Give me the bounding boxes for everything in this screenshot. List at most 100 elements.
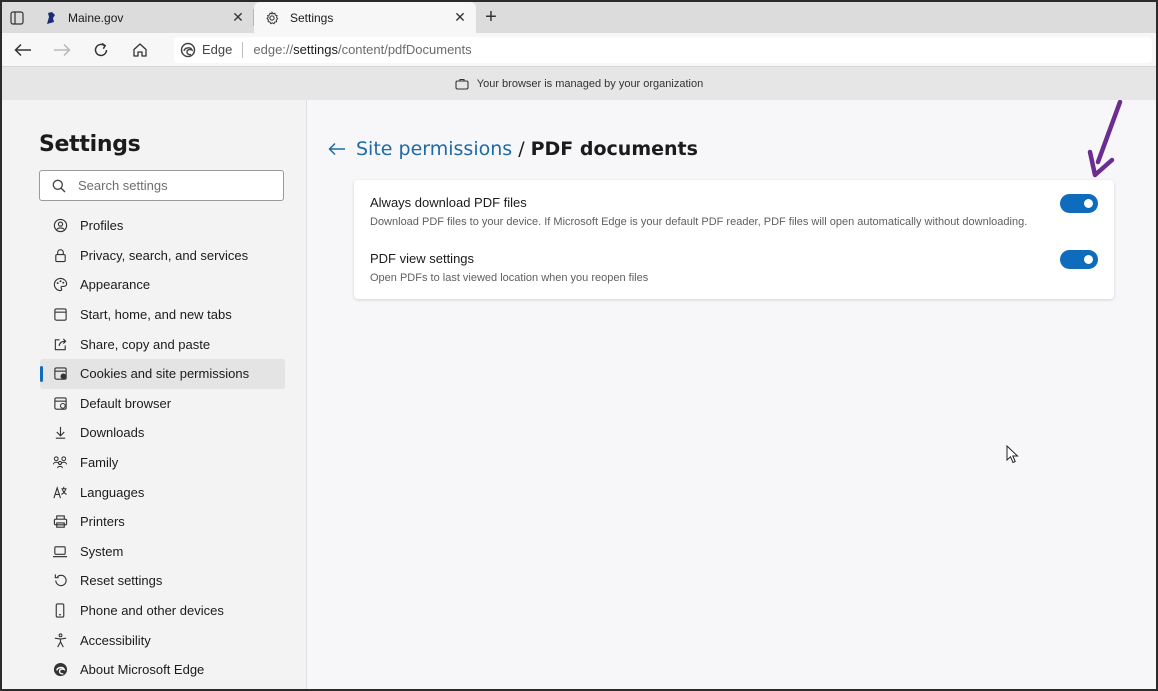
profile-icon — [52, 218, 68, 234]
sidebar-item-languages[interactable]: Languages — [40, 477, 285, 507]
forward-arrow-icon — [54, 43, 71, 56]
sidebar-item-phone[interactable]: Phone and other devices — [40, 596, 285, 626]
sidebar-item-printers[interactable]: Printers — [40, 507, 285, 537]
accessibility-icon — [52, 632, 68, 648]
sidebar-item-downloads[interactable]: Downloads — [40, 418, 285, 448]
tab-maine-gov[interactable]: Maine.gov ✕ — [32, 2, 254, 33]
address-bar[interactable]: Edge edge://settings/content/pdfDocument… — [174, 36, 1152, 63]
tab-close-button[interactable]: ✕ — [452, 9, 468, 26]
back-button[interactable] — [5, 35, 41, 65]
always-download-toggle[interactable] — [1060, 194, 1098, 213]
palette-icon — [52, 277, 68, 293]
setting-row-pdf-view: PDF view settings Open PDFs to last view… — [370, 250, 1098, 284]
lock-icon — [52, 247, 68, 263]
managed-text: Your browser is managed by your organiza… — [476, 77, 704, 90]
mouse-cursor-icon — [1006, 445, 1019, 464]
sidebar-item-share-copy[interactable]: Share, copy and paste — [40, 329, 285, 359]
family-icon — [52, 455, 68, 471]
breadcrumb: Site permissions / PDF documents — [326, 138, 698, 160]
tab-actions-icon — [10, 10, 24, 25]
address-divider — [242, 41, 244, 58]
back-arrow-icon — [328, 142, 345, 156]
setting-title: Always download PDF files — [370, 195, 527, 210]
sidebar-item-label: Privacy, search, and services — [80, 247, 249, 263]
back-to-site-permissions-button[interactable] — [326, 138, 348, 160]
tab-title: Settings — [290, 10, 334, 25]
sidebar-item-about[interactable]: About Microsoft Edge — [40, 655, 285, 685]
home-icon — [133, 42, 147, 57]
sidebar-item-start-home[interactable]: Start, home, and new tabs — [40, 300, 285, 330]
sidebar-item-label: Languages — [80, 484, 145, 500]
home-button[interactable] — [122, 35, 158, 65]
tab-settings[interactable]: Settings ✕ — [254, 2, 476, 33]
url-text[interactable]: edge://settings/content/pdfDocuments — [253, 42, 471, 57]
edge-identity[interactable]: Edge — [180, 42, 232, 58]
sidebar-item-accessibility[interactable]: Accessibility — [40, 625, 285, 655]
search-box[interactable] — [39, 170, 284, 201]
sidebar-item-default-browser[interactable]: Default browser — [40, 389, 285, 419]
setting-description: Open PDFs to last viewed location when y… — [370, 272, 649, 284]
sidebar-item-appearance[interactable]: Appearance — [40, 270, 285, 300]
breadcrumb-separator: / — [518, 138, 525, 160]
forward-button[interactable] — [44, 35, 80, 65]
sidebar-item-label: Phone and other devices — [80, 603, 224, 619]
sidebar-item-label: Share, copy and paste — [80, 336, 211, 352]
gear-icon — [264, 10, 280, 26]
sidebar-item-cookies[interactable]: Cookies and site permissions — [40, 358, 285, 389]
new-tab-button[interactable]: + — [476, 2, 506, 33]
cookie-icon — [52, 366, 68, 382]
briefcase-icon — [455, 78, 469, 90]
printer-icon — [52, 514, 68, 530]
sidebar-item-label: Reset settings — [80, 573, 163, 589]
tab-actions-button[interactable] — [2, 2, 32, 33]
toggle-knob — [1084, 255, 1093, 264]
sidebar-nav: Profiles Privacy, search, and services A… — [40, 211, 285, 685]
setting-description: Download PDF files to your device. If Mi… — [370, 216, 1028, 228]
sidebar-item-label: Start, home, and new tabs — [80, 307, 232, 323]
url-host: settings — [293, 42, 338, 57]
edge-logo-icon — [52, 662, 68, 678]
settings-sidebar: Settings Profiles Privacy, search, and s… — [2, 100, 307, 689]
back-arrow-icon — [14, 43, 31, 56]
sidebar-item-label: About Microsoft Edge — [80, 662, 205, 678]
sidebar-item-label: Profiles — [80, 218, 124, 234]
browser-window: Maine.gov ✕ Settings ✕ + Edge edge://set… — [0, 0, 1158, 691]
sidebar-item-label: Family — [80, 455, 119, 471]
pdf-settings-card: Always download PDF files Download PDF f… — [354, 180, 1114, 299]
browser-icon — [52, 395, 68, 411]
managed-banner[interactable]: Your browser is managed by your organiza… — [2, 67, 1156, 100]
sidebar-item-label: Cookies and site permissions — [80, 366, 250, 382]
download-icon — [52, 425, 68, 441]
sidebar-item-system[interactable]: System — [40, 537, 285, 567]
refresh-icon — [94, 42, 108, 56]
page-title: PDF documents — [530, 138, 698, 160]
edge-logo-icon — [180, 42, 196, 57]
setting-row-always-download: Always download PDF files Download PDF f… — [370, 194, 1098, 228]
main-content: Site permissions / PDF documents Always … — [308, 100, 1156, 689]
setting-title: PDF view settings — [370, 251, 475, 266]
sidebar-item-reset[interactable]: Reset settings — [40, 566, 285, 596]
sidebar-item-label: System — [80, 543, 124, 559]
sidebar-item-privacy[interactable]: Privacy, search, and services — [40, 241, 285, 271]
reset-icon — [52, 573, 68, 589]
refresh-button[interactable] — [83, 35, 119, 65]
laptop-icon — [52, 543, 68, 559]
search-input[interactable] — [78, 178, 268, 193]
sidebar-item-label: Accessibility — [80, 632, 151, 648]
sidebar-item-label: Printers — [80, 514, 125, 530]
annotation-arrow-icon — [1087, 100, 1123, 178]
sidebar-item-label: Downloads — [80, 425, 145, 441]
toggle-knob — [1084, 199, 1093, 208]
power-icon — [52, 307, 68, 323]
sidebar-item-family[interactable]: Family — [40, 448, 285, 478]
tab-strip: Maine.gov ✕ Settings ✕ + — [2, 2, 1156, 33]
tab-close-button[interactable]: ✕ — [230, 9, 246, 26]
search-icon — [52, 179, 66, 192]
breadcrumb-site-permissions-link[interactable]: Site permissions — [356, 138, 512, 160]
edge-label: Edge — [202, 42, 233, 57]
phone-icon — [52, 603, 68, 619]
url-path: /content/pdfDocuments — [337, 42, 472, 57]
language-icon — [52, 484, 68, 500]
sidebar-item-profiles[interactable]: Profiles — [40, 211, 285, 241]
pdf-view-settings-toggle[interactable] — [1060, 250, 1098, 269]
